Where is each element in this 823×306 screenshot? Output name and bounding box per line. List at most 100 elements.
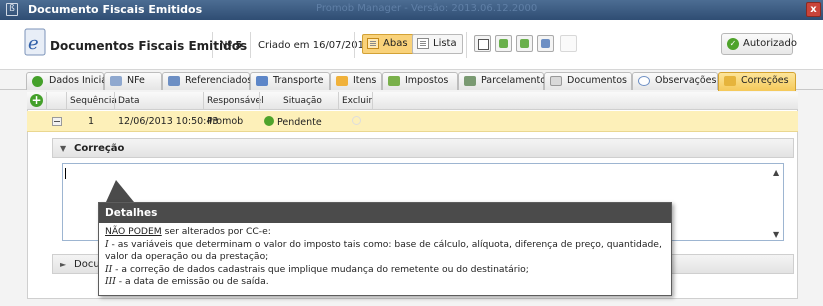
tab-referenciados[interactable]: Referenciados [162,72,253,90]
tab-label: Correções [741,75,789,86]
column-situacao[interactable]: Situação [283,96,322,106]
details-tooltip: Detalhes NÃO PODEM ser alterados por CC-… [98,202,672,296]
tooltip-lead-emphasis: NÃO PODEM [105,226,162,237]
tooltip-pointer [106,180,134,202]
status-authorized-button[interactable]: ✓ Autorizado [721,33,797,55]
tooltip-item: II - a correção de dados cadastrais que … [105,264,665,277]
tooltip-item: valor da operação ou da prestação; [105,251,665,264]
app-icon: ß [6,3,18,16]
truck-icon [256,76,268,86]
export-icon[interactable] [495,35,512,52]
tab-nfe[interactable]: NFe [104,72,162,90]
column-divider [46,92,47,110]
column-responsavel[interactable]: Responsável [207,96,264,106]
column-divider [259,92,260,110]
tab-label: Observações [655,75,717,86]
status-text: Pendente [277,117,322,128]
lista-view-button[interactable]: Lista [412,34,463,54]
window-titlebar: ß Documento Fiscais Emitidos Promob Mana… [0,0,823,20]
tab-bar: Dados Iniciais NFe Referenciados Transpo… [0,70,823,91]
scroll-up-icon[interactable]: ▲ [773,168,779,177]
tab-itens[interactable]: Itens [330,72,382,90]
header-divider [212,32,213,58]
add-circle-icon [32,76,43,87]
tax-icon [388,76,400,86]
cell-situacao: Pendente [264,116,322,128]
tab-parcelamento[interactable]: Parcelamento [458,72,547,90]
tooltip-lead: NÃO PODEM ser alterados por CC-e: [105,226,665,239]
tab-label: Referenciados [185,75,253,86]
number-label: Nº [220,40,233,51]
tab-dados-iniciais[interactable]: Dados Iniciais [26,72,115,90]
comment-icon [638,76,650,86]
column-sequencia[interactable]: Sequência [70,96,117,106]
scroll-down-icon[interactable]: ▼ [773,230,779,239]
add-correction-button[interactable]: + [30,94,43,107]
grid-header: Sequência Data Responsável Situação Excl… [27,92,798,110]
delete-icon[interactable] [352,116,361,125]
collapse-arrow-icon: ▼ [60,144,67,153]
cell-responsavel: Promob [207,116,244,127]
nfe-icon [110,76,122,86]
tooltip-item: III - a data de emissão ou de saída. [105,276,665,289]
pencil-icon [724,76,736,86]
list-view-icon [417,38,429,49]
tab-label: Documentos [567,75,627,86]
item-text: - a correção de dados cadastrais que imp… [112,263,529,275]
document-header: e Documentos Fiscais Emitidos Nº 5 Criad… [0,20,823,70]
correction-panel-header[interactable]: ▼ Correção [52,138,794,158]
print-icon[interactable] [474,35,491,52]
box-icon [336,76,348,86]
tooltip-title: Detalhes [99,203,671,223]
pending-status-icon [264,116,274,126]
correction-panel-title: Correção [74,143,125,154]
item-numeral: III [105,276,116,288]
tab-impostos[interactable]: Impostos [382,72,458,90]
item-text: valor da operação ou da prestação; [105,251,269,263]
column-divider [372,92,373,110]
window-ghost-title: Promob Manager - Versão: 2013.06.12.2000 [316,3,538,14]
document-logo-icon: e [24,28,46,56]
close-button[interactable]: x [806,2,821,17]
tab-transporte[interactable]: Transporte [250,72,330,90]
column-divider [203,92,204,110]
tab-correcoes[interactable]: Correções [718,72,796,91]
header-divider [250,32,251,58]
tab-label: Itens [353,75,377,86]
table-row[interactable]: 1 12/06/2013 10:50:43 Promob Pendente [27,111,798,132]
header-divider [354,32,355,58]
refresh-icon[interactable] [537,35,554,52]
svg-text:e: e [28,33,39,54]
tab-label: Transporte [273,75,324,86]
send-icon[interactable] [516,35,533,52]
reference-icon [168,76,180,86]
expand-arrow-icon: ► [60,260,67,269]
cell-data: 12/06/2013 10:50:43 [118,116,219,127]
column-data[interactable]: Data [118,96,140,106]
document-icon [550,76,562,86]
abas-view-button[interactable]: Abas [362,34,414,54]
status-label: Autorizado [743,38,797,49]
abas-label: Abas [383,38,408,49]
item-text: - as variáveis que determinam o valor do… [108,238,662,250]
number-value: 5 [235,40,243,51]
tooltip-item: I - as variáveis que determinam o valor … [105,239,665,252]
collapse-row-icon[interactable] [52,117,62,126]
tab-documentos[interactable]: Documentos [544,72,632,90]
tab-observacoes[interactable]: Observações [632,72,718,90]
tooltip-lead-text: ser alterados por CC-e: [161,226,271,237]
installment-icon [464,76,476,86]
check-icon: ✓ [727,38,739,50]
cancel-document-icon[interactable] [560,35,577,52]
item-text: - a data de emissão ou de saída. [115,276,269,288]
column-divider [66,92,67,110]
tab-label: Impostos [405,75,449,86]
header-divider [466,32,467,58]
window-title: Documento Fiscais Emitidos [28,3,203,16]
column-divider [114,92,115,110]
tab-label: Parcelamento [481,75,547,86]
tooltip-body: NÃO PODEM ser alterados por CC-e: I - as… [99,223,671,289]
text-caret [65,168,66,179]
tab-label: NFe [127,75,145,86]
column-excluir[interactable]: Excluir [342,96,372,106]
